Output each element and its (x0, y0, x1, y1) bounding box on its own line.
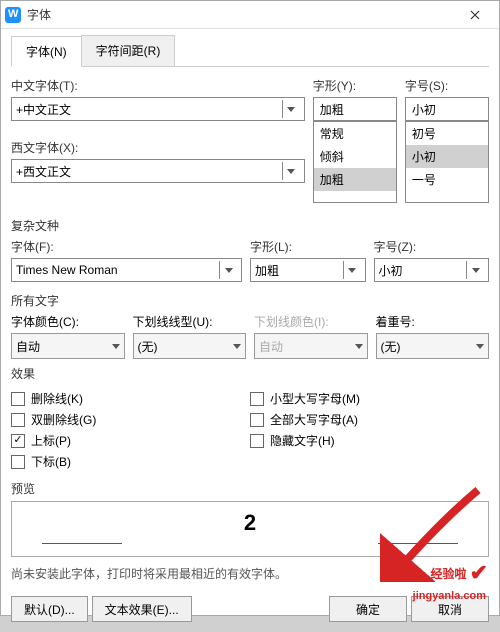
style-listbox[interactable]: 常规 倾斜 加粗 (313, 121, 397, 203)
chinese-font-value: +中文正文 (16, 101, 71, 118)
list-item[interactable]: 一号 (406, 168, 488, 191)
style-input[interactable]: 加粗 (313, 97, 397, 121)
complex-style-label: 字形(L): (250, 238, 366, 255)
superscript-checkbox[interactable]: 上标(P) (11, 432, 250, 449)
list-item[interactable]: 加粗 (314, 168, 396, 191)
default-button[interactable]: 默认(D)... (11, 596, 88, 622)
ok-button[interactable]: 确定 (329, 596, 407, 622)
emphasis-label: 着重号: (376, 313, 490, 330)
check-icon: ✔ (470, 560, 488, 586)
complex-size-select[interactable]: 小初 (374, 258, 490, 282)
underline-label: 下划线线型(U): (133, 313, 247, 330)
smallcaps-checkbox[interactable]: 小型大写字母(M) (250, 390, 489, 407)
underline-color-label: 下划线颜色(I): (254, 313, 368, 330)
chinese-font-select[interactable]: +中文正文 (11, 97, 305, 121)
complex-heading: 复杂文种 (11, 217, 489, 234)
chevron-down-icon (476, 344, 484, 349)
complex-size-label: 字号(Z): (374, 238, 490, 255)
list-item[interactable]: 小初 (406, 145, 488, 168)
chevron-down-icon (343, 261, 361, 279)
list-item[interactable]: 倾斜 (314, 145, 396, 168)
chevron-down-icon (466, 261, 484, 279)
chevron-down-icon (282, 100, 300, 118)
chevron-down-icon (282, 162, 300, 180)
close-button[interactable] (455, 1, 495, 29)
size-listbox[interactable]: 初号 小初 一号 (405, 121, 489, 203)
alltext-heading: 所有文字 (11, 292, 489, 309)
emphasis-select[interactable]: (无) (376, 333, 490, 359)
western-font-label: 西文字体(X): (11, 139, 305, 156)
complex-font-select[interactable]: Times New Roman (11, 258, 242, 282)
chinese-font-label: 中文字体(T): (11, 77, 305, 94)
size-input[interactable]: 小初 (405, 97, 489, 121)
list-item[interactable]: 初号 (406, 122, 488, 145)
size-label: 字号(S): (405, 77, 489, 94)
text-effects-button[interactable]: 文本效果(E)... (92, 596, 192, 622)
complex-style-select[interactable]: 加粗 (250, 258, 366, 282)
western-font-select[interactable]: +西文正文 (11, 159, 305, 183)
chevron-down-icon (219, 261, 237, 279)
underline-select[interactable]: (无) (133, 333, 247, 359)
preview-underline-left (42, 543, 122, 544)
preview-text: 2 (244, 510, 256, 536)
tab-bar: 字体(N) 字符间距(R) (11, 35, 489, 67)
watermark-url: jingyanla.com (413, 590, 486, 602)
double-strike-checkbox[interactable]: 双删除线(G) (11, 411, 250, 428)
chevron-down-icon (112, 344, 120, 349)
complex-font-label: 字体(F): (11, 238, 242, 255)
font-color-select[interactable]: 自动 (11, 333, 125, 359)
chevron-down-icon (355, 344, 363, 349)
underline-color-select: 自动 (254, 333, 368, 359)
effects-heading: 效果 (11, 365, 489, 382)
complex-font-value: Times New Roman (16, 263, 118, 277)
chevron-down-icon (233, 344, 241, 349)
tab-font[interactable]: 字体(N) (11, 36, 82, 67)
watermark-brand: 经验啦 ✔ (431, 560, 488, 586)
app-icon (5, 7, 21, 23)
strikethrough-checkbox[interactable]: 删除线(K) (11, 390, 250, 407)
list-item[interactable]: 常规 (314, 122, 396, 145)
style-label: 字形(Y): (313, 77, 397, 94)
window-title: 字体 (27, 6, 455, 23)
font-color-label: 字体颜色(C): (11, 313, 125, 330)
allcaps-checkbox[interactable]: 全部大写字母(A) (250, 411, 489, 428)
subscript-checkbox[interactable]: 下标(B) (11, 453, 250, 470)
tab-char-spacing[interactable]: 字符间距(R) (81, 35, 176, 66)
hidden-checkbox[interactable]: 隐藏文字(H) (250, 432, 489, 449)
western-font-value: +西文正文 (16, 163, 71, 180)
